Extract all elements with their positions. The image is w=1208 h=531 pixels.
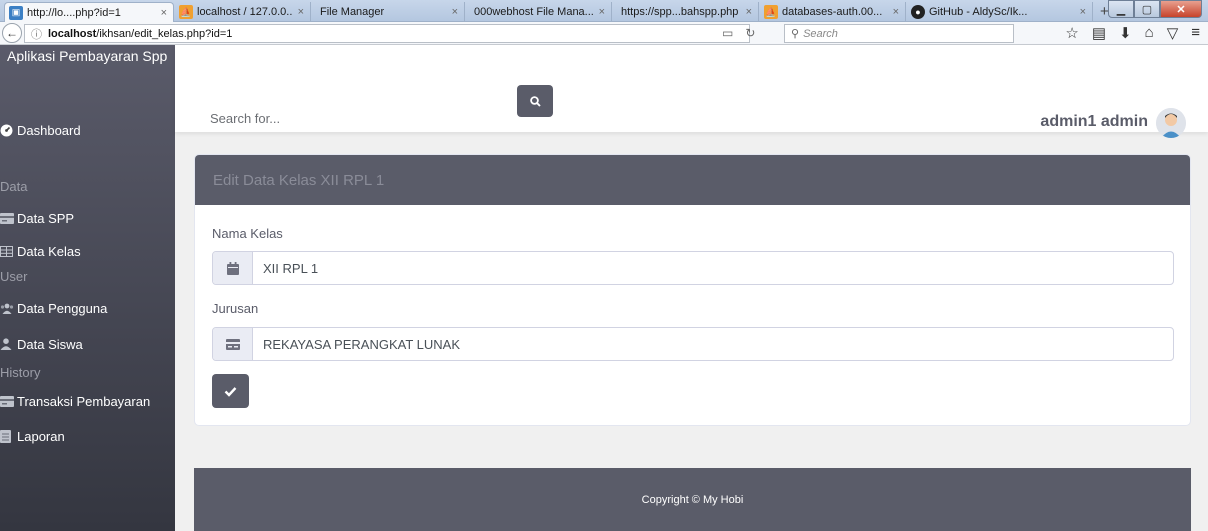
browser-search-input[interactable]: ⚲ Search xyxy=(784,24,1014,43)
sidebar-item-label: Data SPP xyxy=(17,210,75,226)
bookmarks-list-icon[interactable]: ▤ xyxy=(1092,24,1106,42)
search-icon: ⚲ xyxy=(791,28,800,40)
dashboard-gauge-icon xyxy=(0,124,14,137)
tab-label: http://lo....php?id=1 xyxy=(27,6,121,19)
footer: Copyright © My Hobi xyxy=(194,468,1191,531)
sidebar-heading-data: Data xyxy=(0,179,28,194)
nama-kelas-label: Nama Kelas xyxy=(212,226,283,241)
close-icon[interactable]: × xyxy=(893,6,899,18)
bookmark-star-icon[interactable]: ☆ xyxy=(1065,24,1078,42)
tab-label: File Manager xyxy=(320,6,385,18)
sidebar-brand[interactable]: Aplikasi Pembayaran Spp xyxy=(7,47,175,65)
close-icon[interactable]: × xyxy=(599,6,605,18)
sidebar-item-label: Data Pengguna xyxy=(17,300,108,316)
close-icon[interactable]: × xyxy=(298,6,304,18)
sidebar-item-transaksi[interactable]: Transaksi Pembayaran xyxy=(0,392,150,410)
table-icon xyxy=(0,245,14,257)
save-button[interactable] xyxy=(212,374,249,408)
nama-kelas-input[interactable] xyxy=(253,252,1173,284)
browser-tab-bar: ▣ http://lo....php?id=1 × ⛵ localhost / … xyxy=(0,0,1208,22)
browser-tab[interactable]: ● GitHub - AldySc/Ik... × xyxy=(907,2,1093,22)
users-icon xyxy=(0,302,14,314)
topbar-search-input[interactable]: Search for... xyxy=(210,111,280,126)
tab-label: localhost / 127.0.0.... xyxy=(197,6,292,18)
sidebar-item-label: Data Siswa xyxy=(17,336,83,352)
topbar-search-button[interactable] xyxy=(517,85,553,117)
search-placeholder: Search xyxy=(803,27,838,40)
window-close-icon[interactable]: ✕ xyxy=(1160,0,1202,18)
browser-tab[interactable]: File Manager × xyxy=(312,2,465,22)
home-icon[interactable]: ⌂ xyxy=(1145,24,1154,42)
phpmyadmin-icon: ⛵ xyxy=(764,5,778,19)
search-icon xyxy=(529,95,541,107)
card-icon xyxy=(0,395,14,407)
check-icon xyxy=(224,386,237,397)
sidebar-item-label: Data Kelas xyxy=(17,243,81,259)
card-icon xyxy=(0,212,14,224)
tab-label: databases-auth.00... xyxy=(782,6,883,18)
report-icon xyxy=(0,430,14,443)
close-icon[interactable]: × xyxy=(746,6,752,18)
card-icon xyxy=(213,328,253,360)
avatar[interactable] xyxy=(1156,108,1186,138)
sidebar-item-data-kelas[interactable]: Data Kelas xyxy=(0,242,81,260)
sidebar-heading-history: History xyxy=(0,365,41,380)
address-field[interactable]: ⓘ localhost /ikhsan/edit_kelas.php?id=1 xyxy=(24,24,750,43)
browser-tab[interactable]: ⛵ databases-auth.00... × xyxy=(760,2,906,22)
edit-kelas-card: Edit Data Kelas XII RPL 1 Nama Kelas Jur… xyxy=(194,154,1191,426)
copyright-text: Copyright © My Hobi xyxy=(641,493,744,506)
minimize-icon[interactable]: ▁ xyxy=(1108,0,1134,18)
close-icon[interactable]: × xyxy=(452,6,458,18)
sidebar-item-dashboard[interactable]: Dashboard xyxy=(0,121,81,139)
maximize-icon[interactable]: ▢ xyxy=(1134,0,1160,18)
menu-icon[interactable]: ≡ xyxy=(1191,24,1200,42)
close-icon[interactable]: × xyxy=(161,7,167,19)
calendar-icon xyxy=(213,252,253,284)
card-title: Edit Data Kelas XII RPL 1 xyxy=(195,155,1190,205)
browser-tab-active[interactable]: ▣ http://lo....php?id=1 × xyxy=(4,2,174,22)
phpmyadmin-icon: ⛵ xyxy=(179,5,193,19)
reader-view-icon[interactable]: ▭ xyxy=(722,26,733,40)
window-controls: ▁ ▢ ✕ xyxy=(1108,0,1202,18)
sidebar-item-laporan[interactable]: Laporan xyxy=(0,427,65,445)
username[interactable]: admin1 admin xyxy=(1040,113,1148,131)
page-icon: ▣ xyxy=(9,5,23,20)
pocket-icon[interactable]: ▽ xyxy=(1167,24,1179,42)
jurusan-label: Jurusan xyxy=(212,301,259,316)
sidebar-heading-user: User xyxy=(0,269,28,284)
browser-tab[interactable]: ⛵ localhost / 127.0.0.... × xyxy=(175,2,311,22)
download-icon[interactable]: ⬇ xyxy=(1119,24,1132,42)
sidebar-item-data-spp[interactable]: Data SPP xyxy=(0,209,74,227)
jurusan-input[interactable] xyxy=(253,328,1173,360)
browser-url-bar: ← ⓘ localhost /ikhsan/edit_kelas.php?id=… xyxy=(0,22,1208,45)
url-host: localhost xyxy=(48,27,97,40)
tab-label: 000webhost File Mana... xyxy=(474,6,593,18)
sidebar-item-label: Dashboard xyxy=(17,122,81,138)
browser-tab[interactable]: https://spp...bahspp.php × xyxy=(613,2,759,22)
sidebar-item-data-pengguna[interactable]: Data Pengguna xyxy=(0,299,107,317)
back-arrow-icon[interactable]: ← xyxy=(2,23,22,43)
github-icon: ● xyxy=(911,5,925,19)
jurusan-field xyxy=(212,327,1174,361)
tab-label: https://spp...bahspp.php xyxy=(621,6,739,18)
sidebar-item-label: Transaksi Pembayaran xyxy=(17,393,151,409)
reload-icon[interactable]: ↻ xyxy=(745,26,755,40)
user-icon xyxy=(0,338,14,350)
sidebar-item-label: Laporan xyxy=(17,428,65,444)
sidebar-item-data-siswa[interactable]: Data Siswa xyxy=(0,335,83,353)
url-path: /ikhsan/edit_kelas.php?id=1 xyxy=(96,27,233,40)
close-icon[interactable]: × xyxy=(1080,6,1086,18)
tab-label: GitHub - AldySc/Ik... xyxy=(929,6,1028,18)
browser-tab[interactable]: 000webhost File Mana... × xyxy=(466,2,612,22)
sidebar: Aplikasi Pembayaran Spp Dashboard Data D… xyxy=(0,45,175,531)
info-icon: ⓘ xyxy=(31,28,42,41)
nama-kelas-field xyxy=(212,251,1174,285)
